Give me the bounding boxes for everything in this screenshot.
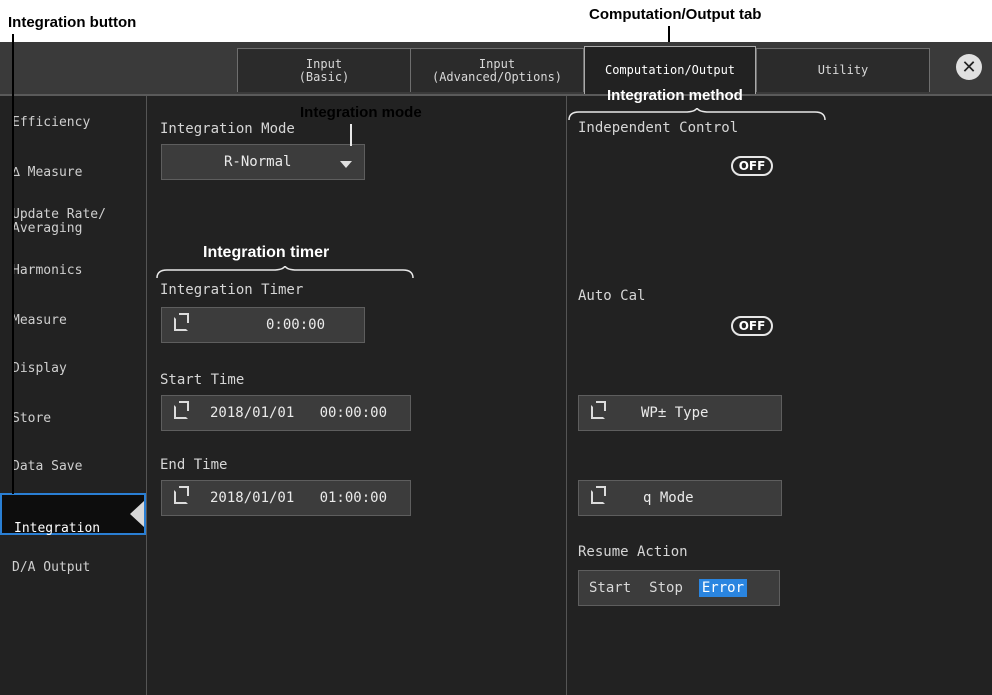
q-mode-label: q Mode xyxy=(643,490,694,506)
callout-line-integration-button xyxy=(12,34,14,494)
sidebar-item-integration-label: Integration xyxy=(14,521,101,536)
resume-option-error[interactable]: Error xyxy=(698,579,748,597)
tab-utility[interactable]: Utility xyxy=(756,48,930,92)
wp-type-label: WP± Type xyxy=(641,405,709,421)
resume-action-label: Resume Action xyxy=(578,544,688,560)
sidebar-item-harmonics[interactable]: Harmonics xyxy=(0,264,146,278)
brace-timer xyxy=(156,266,414,279)
end-time-label: End Time xyxy=(160,457,228,473)
sidebar-item-store[interactable]: Store xyxy=(0,412,146,426)
integration-timer-label: Integration Timer xyxy=(160,282,304,298)
sidebar-item-measure[interactable]: Measure xyxy=(0,314,146,328)
start-time-field[interactable]: 2018/01/01 00:00:00 xyxy=(161,395,411,431)
settings-screen: Input (Basic) Input (Advanced/Options) C… xyxy=(0,42,992,695)
integration-mode-select[interactable]: R-Normal xyxy=(161,144,365,180)
integration-timer-value: 0:00:00 xyxy=(266,317,326,333)
external-edit-icon xyxy=(591,486,606,504)
sidebar-item-da-output[interactable]: D/A Output xyxy=(0,561,146,575)
end-time-value: 2018/01/01 01:00:00 xyxy=(210,490,388,506)
integration-timer-field[interactable]: 0:00:00 xyxy=(161,307,365,343)
end-time-field[interactable]: 2018/01/01 01:00:00 xyxy=(161,480,411,516)
callout-integration-mode: Integration mode xyxy=(300,104,422,121)
sidebar-item-delta-measure[interactable]: ∆ Measure xyxy=(0,166,146,180)
selected-arrow-icon xyxy=(130,501,144,527)
callout-line-mode xyxy=(350,124,352,146)
callout-computation-output-tab: Computation/Output tab xyxy=(589,6,762,23)
close-icon[interactable]: ✕ xyxy=(956,54,982,80)
tab-input-advanced-options[interactable]: Input (Advanced/Options) xyxy=(410,48,584,92)
start-time-value: 2018/01/01 00:00:00 xyxy=(210,405,388,421)
sidebar: Efficiency ∆ Measure Update Rate/ Averag… xyxy=(0,96,147,695)
integration-mode-label: Integration Mode xyxy=(160,121,295,137)
callout-integration-button: Integration button xyxy=(8,14,137,31)
chevron-down-icon xyxy=(340,161,352,168)
auto-cal-toggle[interactable]: OFF xyxy=(731,316,773,336)
wp-type-button[interactable]: WP± Type xyxy=(578,395,782,431)
resume-option-stop[interactable]: Stop xyxy=(649,580,683,596)
callout-integration-method: Integration method xyxy=(607,87,743,104)
tab-bar: Input (Basic) Input (Advanced/Options) C… xyxy=(0,42,992,96)
brace-method xyxy=(568,108,826,121)
external-edit-icon xyxy=(591,401,606,419)
resume-action-selector: Start Stop Error xyxy=(578,570,780,606)
independent-control-label: Independent Control xyxy=(578,120,739,136)
sidebar-item-integration[interactable]: Integration xyxy=(0,493,146,536)
panel-divider xyxy=(566,96,567,695)
external-edit-icon xyxy=(174,401,189,419)
start-time-label: Start Time xyxy=(160,372,245,388)
resume-option-start[interactable]: Start xyxy=(589,580,631,596)
auto-cal-label: Auto Cal xyxy=(578,288,646,304)
q-mode-button[interactable]: q Mode xyxy=(578,480,782,516)
sidebar-item-data-save[interactable]: Data Save xyxy=(0,460,146,474)
external-edit-icon xyxy=(174,313,189,331)
independent-control-toggle[interactable]: OFF xyxy=(731,156,773,176)
sidebar-item-efficiency[interactable]: Efficiency xyxy=(0,116,146,130)
integration-mode-value: R-Normal xyxy=(224,154,292,170)
sidebar-item-display[interactable]: Display xyxy=(0,362,146,376)
tab-input-basic[interactable]: Input (Basic) xyxy=(237,48,411,92)
callout-integration-timer: Integration timer xyxy=(203,244,330,261)
external-edit-icon xyxy=(174,486,189,504)
sidebar-item-update-rate-averaging[interactable]: Update Rate/ Averaging xyxy=(0,208,146,236)
